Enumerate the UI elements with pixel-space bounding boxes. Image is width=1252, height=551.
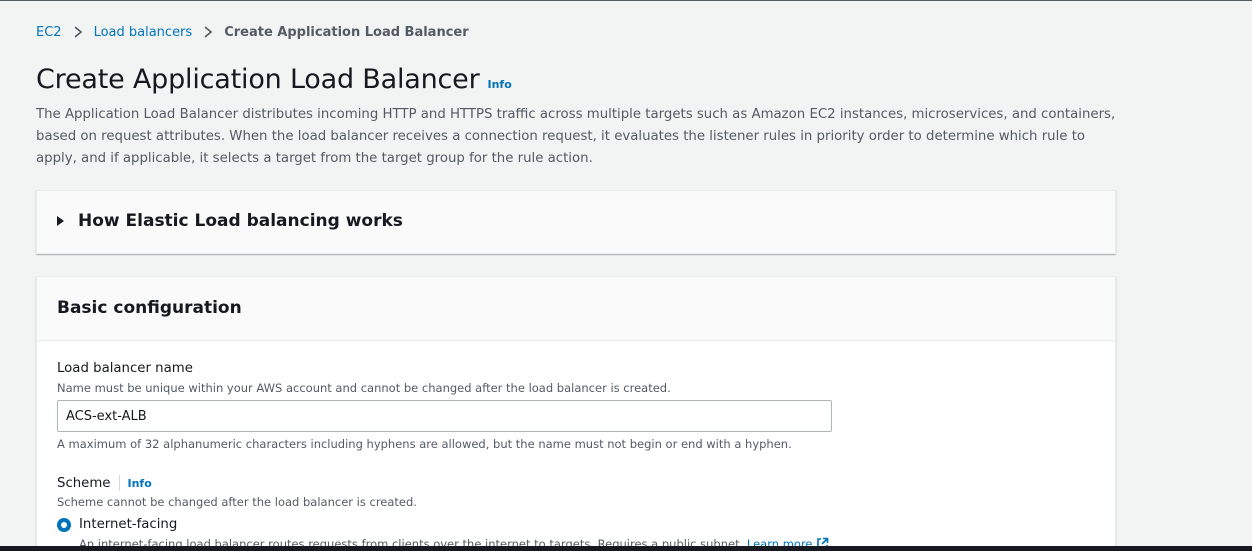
load-balancer-name-label: Load balancer name: [57, 361, 193, 376]
how-elb-works-panel: How Elastic Load balancing works: [36, 190, 1116, 254]
load-balancer-name-description: Name must be unique within your AWS acco…: [57, 381, 671, 395]
basic-configuration-panel: Basic configuration Load balancer name N…: [36, 276, 1116, 551]
basic-configuration-title: Basic configuration: [57, 298, 242, 318]
top-divider: [0, 0, 1252, 1]
how-elb-works-toggle[interactable]: How Elastic Load balancing works: [57, 211, 403, 231]
scheme-internet-facing-option[interactable]: Internet-facing: [57, 517, 177, 532]
page-description: The Application Load Balancer distribute…: [36, 107, 1116, 166]
page-info-link[interactable]: Info: [487, 78, 511, 91]
scheme-description: Scheme cannot be changed after the load …: [57, 495, 417, 509]
chevron-right-icon: [204, 26, 213, 38]
bottom-edge: [0, 546, 1252, 551]
breadcrumb: EC2 Load balancers Create Application Lo…: [36, 24, 469, 40]
breadcrumb-load-balancers[interactable]: Load balancers: [94, 25, 193, 40]
how-elb-works-title: How Elastic Load balancing works: [78, 211, 403, 231]
scheme-label-row: Scheme Info: [57, 475, 152, 491]
scheme-label: Scheme: [57, 475, 111, 491]
scheme-divider: [118, 475, 120, 491]
load-balancer-name-constraint: A maximum of 32 alphanumeric characters …: [57, 437, 792, 451]
page-header: Create Application Load Balancer Info: [36, 64, 512, 95]
page-title: Create Application Load Balancer: [36, 64, 480, 95]
internet-facing-label: Internet-facing: [79, 517, 178, 532]
caret-right-icon: [57, 216, 64, 226]
radio-selected-icon[interactable]: [57, 517, 71, 532]
load-balancer-name-input[interactable]: [57, 400, 832, 432]
basic-configuration-header: Basic configuration: [37, 277, 1115, 341]
chevron-right-icon: [74, 26, 82, 38]
scheme-info-link[interactable]: Info: [128, 477, 152, 490]
breadcrumb-ec2[interactable]: EC2: [36, 25, 62, 40]
breadcrumb-current: Create Application Load Balancer: [224, 24, 469, 40]
